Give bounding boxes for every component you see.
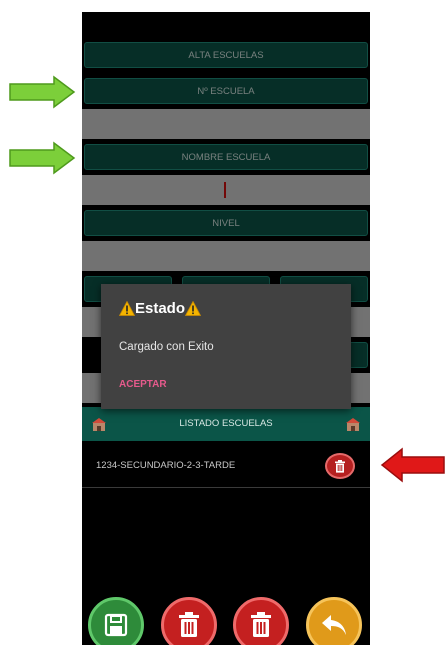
delete-button[interactable]	[161, 597, 217, 645]
warning-icon	[119, 301, 135, 316]
back-arrow-icon	[322, 615, 346, 635]
dialog-title-text: Estado	[135, 300, 186, 317]
annotation-arrow-green-2	[9, 141, 76, 175]
trash-icon	[335, 459, 345, 473]
phone-screen: ALTA ESCUELAS Nº ESCUELA NOMBRE ESCUELA …	[82, 12, 370, 645]
delete-all-button[interactable]	[233, 597, 289, 645]
school-icon	[346, 418, 360, 431]
delete-item-button[interactable]	[325, 453, 355, 479]
dialog-title: Estado	[119, 300, 202, 317]
accept-button[interactable]: ACEPTAR	[119, 379, 167, 390]
save-icon	[104, 613, 128, 637]
school-icon	[92, 418, 106, 431]
annotation-arrow-green-1	[9, 75, 76, 109]
status-dialog: Estado Cargado con Exito ACEPTAR	[101, 284, 351, 409]
annotation-arrow-red	[380, 447, 445, 483]
save-button[interactable]	[88, 597, 144, 645]
warning-icon	[185, 301, 202, 316]
list-header-title: LISTADO ESCUELAS	[179, 418, 273, 429]
list-item[interactable]: 1234-SECUNDARIO-2-3-TARDE	[82, 453, 370, 488]
trash-icon	[179, 612, 199, 637]
list-header: LISTADO ESCUELAS	[82, 407, 370, 441]
list-item-label: 1234-SECUNDARIO-2-3-TARDE	[96, 460, 236, 471]
dialog-message: Cargado con Exito	[119, 341, 214, 353]
back-button[interactable]	[306, 597, 362, 645]
trash-icon	[251, 612, 271, 637]
